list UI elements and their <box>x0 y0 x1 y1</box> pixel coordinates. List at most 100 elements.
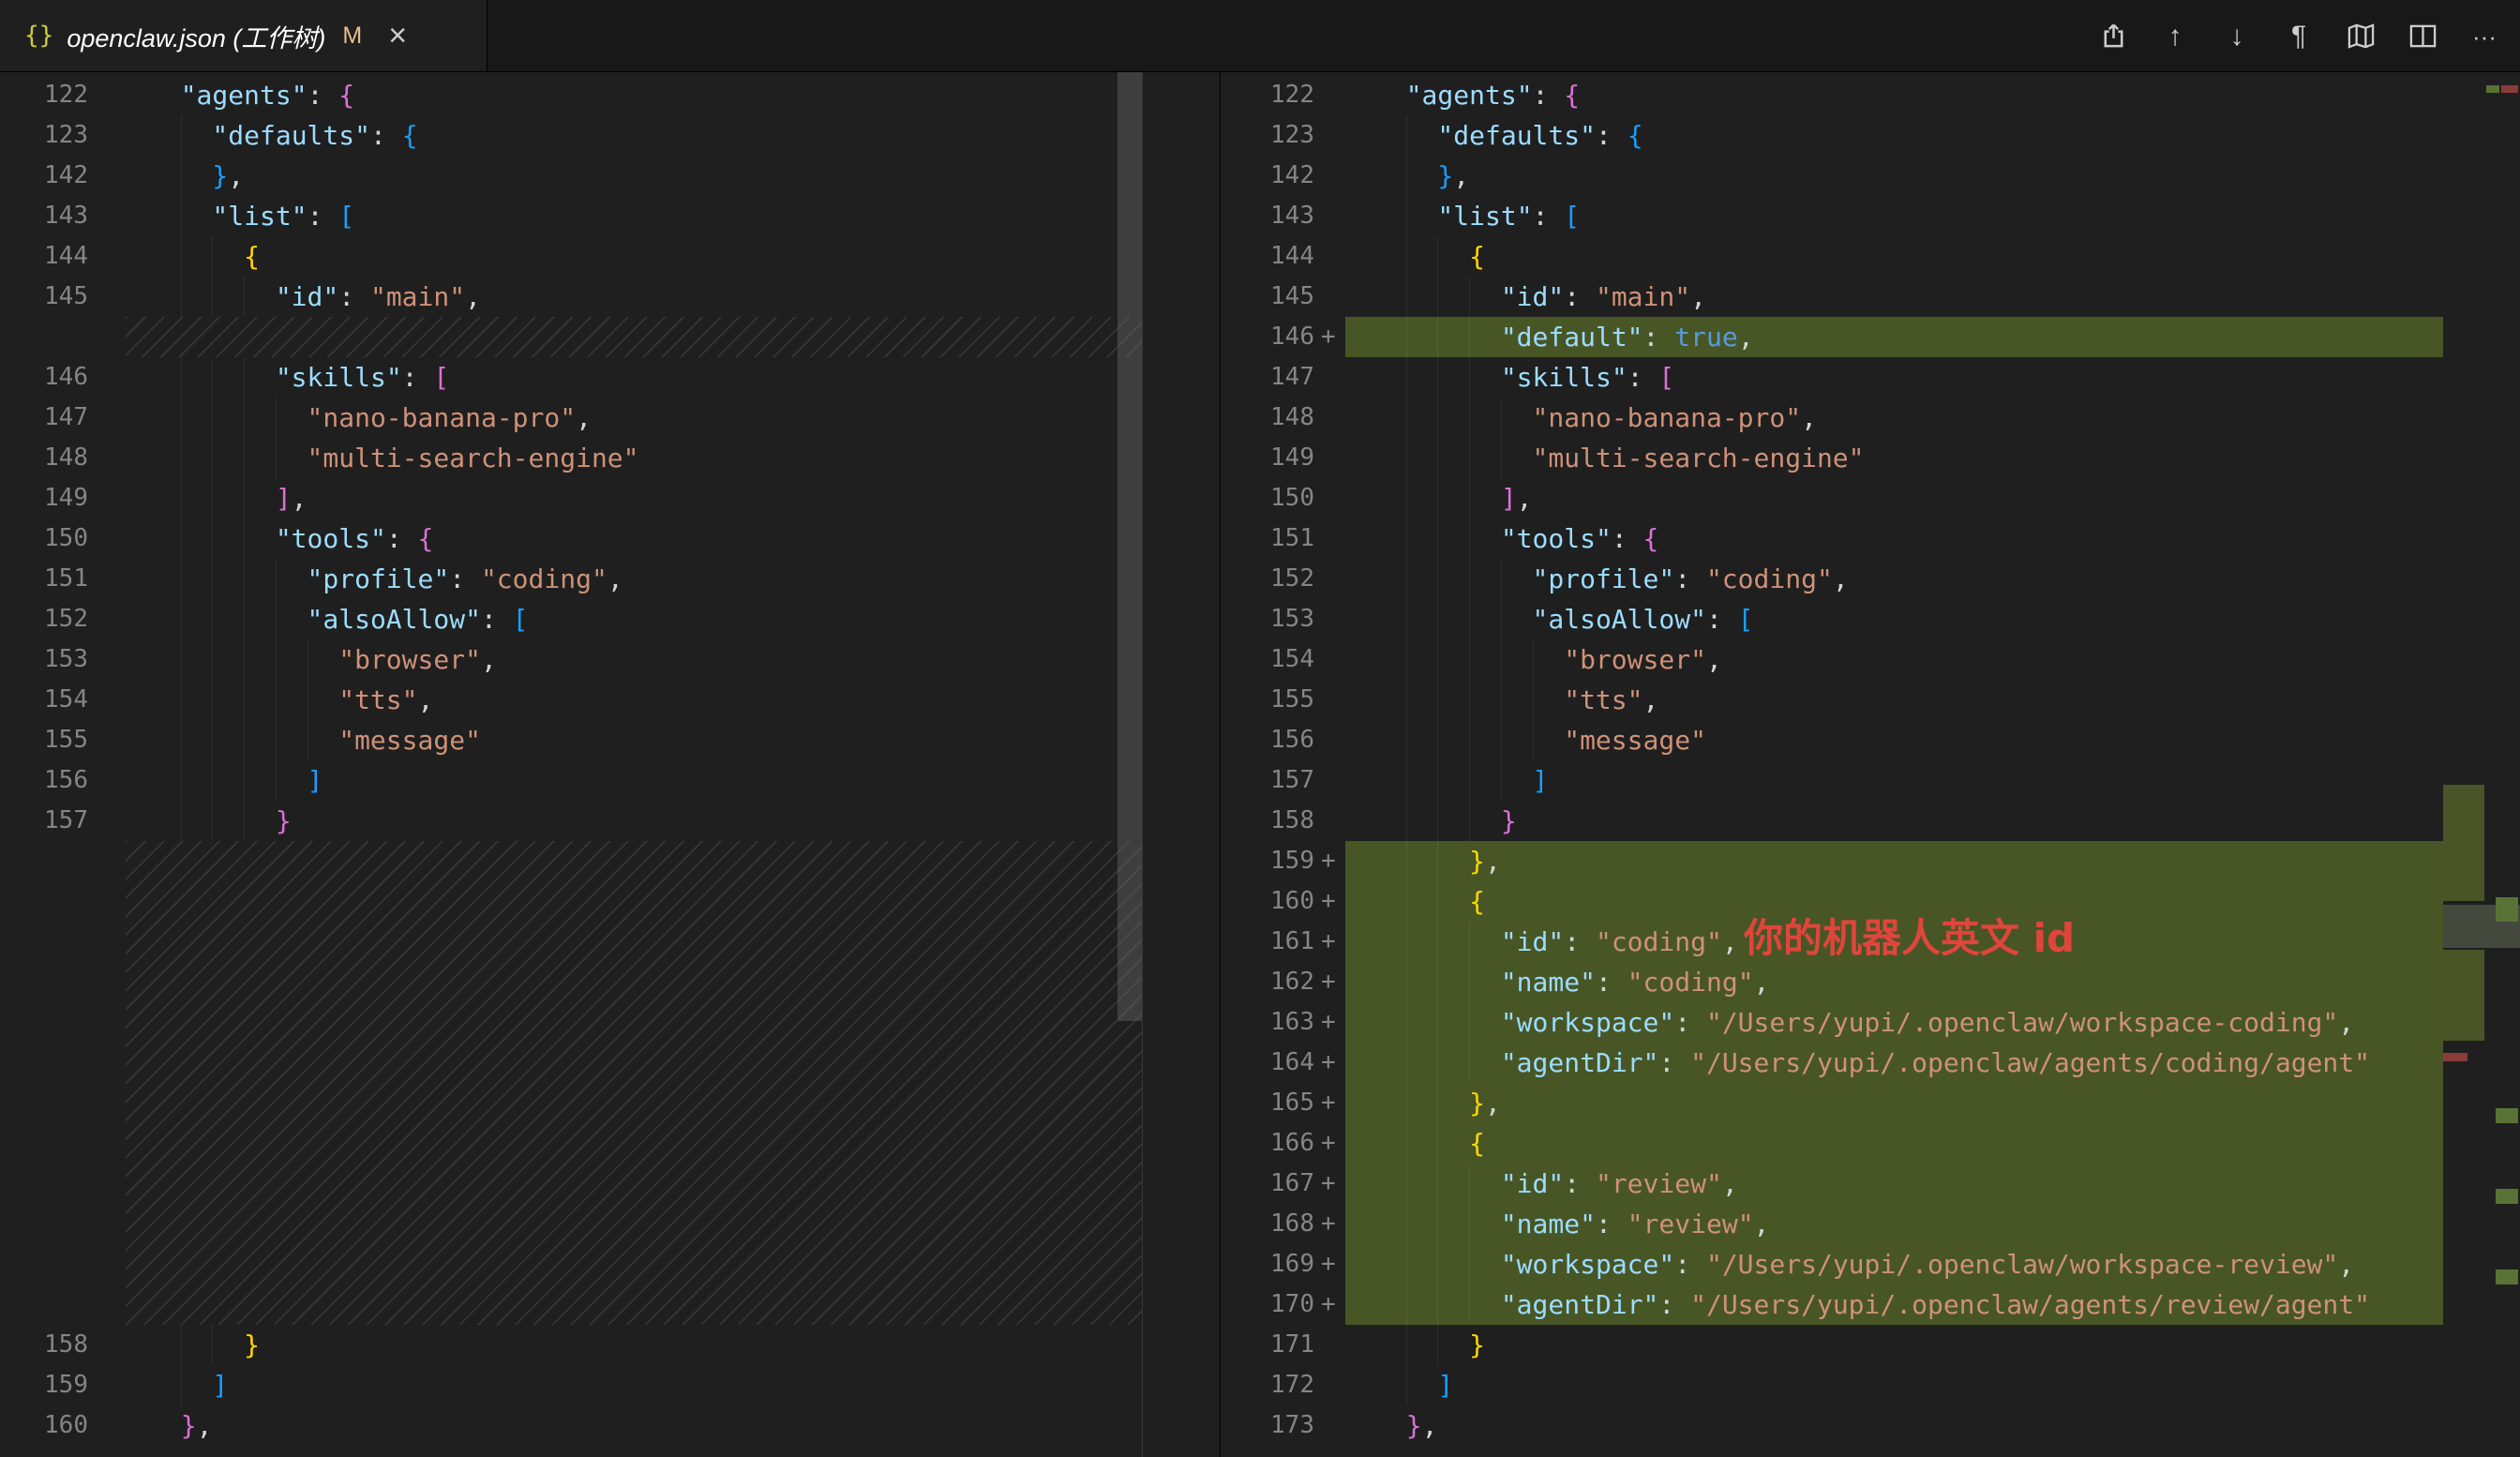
code-text[interactable]: "agents": { <box>126 75 1142 115</box>
code-line[interactable]: 149], <box>0 478 1142 518</box>
line-number[interactable]: 157 <box>0 801 88 841</box>
code-text[interactable]: "nano-banana-pro", <box>1345 398 2443 438</box>
line-number[interactable]: 161 <box>1221 922 1314 962</box>
code-text[interactable]: "multi-search-engine" <box>1345 438 2443 478</box>
code-line[interactable]: 172] <box>1221 1365 2520 1405</box>
code-text[interactable]: ], <box>1345 478 2443 518</box>
line-number[interactable]: 153 <box>1221 599 1314 639</box>
code-line[interactable]: 171} <box>1221 1325 2520 1365</box>
line-number[interactable]: 156 <box>1221 720 1314 760</box>
line-number[interactable]: 160 <box>1221 881 1314 922</box>
code-line[interactable]: 169+"workspace": "/Users/yupi/.openclaw/… <box>1221 1244 2520 1284</box>
line-number[interactable]: 147 <box>1221 357 1314 398</box>
line-number[interactable]: 151 <box>0 559 88 599</box>
code-line[interactable]: 151 "tools": { <box>1221 518 2520 559</box>
line-number[interactable]: 168 <box>1221 1204 1314 1244</box>
code-text[interactable]: "list": [ <box>1345 196 2443 236</box>
code-line[interactable]: 162+"name": "coding", <box>1221 962 2520 1002</box>
code-text[interactable]: "workspace": "/Users/yupi/.openclaw/work… <box>1345 1244 2443 1284</box>
line-number[interactable]: 172 <box>1221 1365 1314 1405</box>
line-number[interactable]: 163 <box>1221 1002 1314 1043</box>
minimap[interactable] <box>2443 72 2520 1457</box>
code-text[interactable]: { <box>1345 236 2443 277</box>
code-text[interactable]: "alsoAllow": [ <box>1345 599 2443 639</box>
code-text[interactable]: "skills": [ <box>126 357 1142 398</box>
line-number[interactable]: 122 <box>0 75 88 115</box>
line-number[interactable]: 153 <box>0 639 88 680</box>
code-text[interactable]: "agentDir": "/Users/yupi/.openclaw/agent… <box>1345 1043 2443 1083</box>
code-text[interactable]: }, <box>126 156 1142 196</box>
code-text[interactable]: { <box>1345 881 2443 922</box>
code-text[interactable]: "workspace": "/Users/yupi/.openclaw/work… <box>1345 1002 2443 1043</box>
code-text[interactable]: "tools": { <box>1345 518 2443 559</box>
code-line[interactable]: 145"id": "main", <box>1221 277 2520 317</box>
code-line[interactable]: 146"skills": [ <box>0 357 1142 398</box>
code-text[interactable]: "browser", <box>1345 639 2443 680</box>
line-number[interactable] <box>0 317 88 357</box>
code-line[interactable]: 152"alsoAllow": [ <box>0 599 1142 639</box>
line-number[interactable]: 171 <box>1221 1325 1314 1365</box>
code-line[interactable]: 142}, <box>1221 156 2520 196</box>
code-line[interactable]: 156] <box>0 760 1142 801</box>
line-number[interactable]: 169 <box>1221 1244 1314 1284</box>
line-number[interactable]: 157 <box>1221 760 1314 801</box>
show-map-icon[interactable] <box>2344 20 2378 53</box>
code-line[interactable]: 123"defaults": { <box>0 115 1142 156</box>
line-number[interactable]: 143 <box>0 196 88 236</box>
code-line[interactable]: 152"profile": "coding", <box>1221 559 2520 599</box>
code-text[interactable]: }, <box>126 1405 1142 1446</box>
line-number[interactable]: 164 <box>1221 1043 1314 1083</box>
code-text[interactable]: "skills": [ <box>1345 357 2443 398</box>
code-line[interactable]: 159] <box>0 1365 1142 1405</box>
code-text[interactable]: } <box>126 1325 1142 1365</box>
code-text[interactable]: } <box>1345 801 2443 841</box>
code-text[interactable]: }, <box>1345 841 2443 881</box>
code-text[interactable]: "nano-banana-pro", <box>126 398 1142 438</box>
code-text[interactable]: "profile": "coding", <box>1345 559 2443 599</box>
line-number[interactable]: 154 <box>0 680 88 720</box>
line-number[interactable]: 147 <box>0 398 88 438</box>
more-actions-icon[interactable]: ··· <box>2468 20 2501 53</box>
code-text[interactable]: }, <box>1345 156 2443 196</box>
diff-sash[interactable] <box>1142 72 1221 1457</box>
code-text[interactable]: "name": "review", <box>1345 1204 2443 1244</box>
code-line[interactable]: 166+{ <box>1221 1123 2520 1164</box>
code-line[interactable]: 147 "skills": [ <box>1221 357 2520 398</box>
code-text[interactable]: } <box>1345 1325 2443 1365</box>
code-text[interactable]: "tts", <box>1345 680 2443 720</box>
code-line[interactable]: 158} <box>1221 801 2520 841</box>
code-text[interactable]: "id": "main", <box>126 277 1142 317</box>
code-line[interactable]: 173}, <box>1221 1405 2520 1446</box>
line-number[interactable]: 165 <box>1221 1083 1314 1123</box>
code-text[interactable]: ] <box>126 1365 1142 1405</box>
code-text[interactable]: "profile": "coding", <box>126 559 1142 599</box>
code-text[interactable]: "alsoAllow": [ <box>126 599 1142 639</box>
code-text[interactable]: "default": true, <box>1345 317 2443 357</box>
code-text[interactable]: "id": "coding", <box>1345 922 2443 962</box>
line-number[interactable]: 142 <box>1221 156 1314 196</box>
code-line[interactable]: 146+"default": true, <box>1221 317 2520 357</box>
line-number[interactable]: 151 <box>1221 518 1314 559</box>
code-line[interactable]: 151 "profile": "coding", <box>0 559 1142 599</box>
line-number[interactable]: 143 <box>1221 196 1314 236</box>
line-number[interactable]: 162 <box>1221 962 1314 1002</box>
line-number[interactable]: 150 <box>0 518 88 559</box>
line-number[interactable]: 142 <box>0 156 88 196</box>
code-line[interactable]: 156"message" <box>1221 720 2520 760</box>
code-text[interactable]: "tts", <box>126 680 1142 720</box>
scrollbar-thumb[interactable] <box>1118 72 1142 1021</box>
code-text[interactable]: "agents": { <box>1345 75 2443 115</box>
code-line[interactable]: 160+{ <box>1221 881 2520 922</box>
line-number[interactable]: 167 <box>1221 1164 1314 1204</box>
code-line[interactable]: 143 "list": [ <box>0 196 1142 236</box>
code-text[interactable]: "defaults": { <box>126 115 1142 156</box>
line-number[interactable]: 148 <box>1221 398 1314 438</box>
tab-openclaw-json[interactable]: {} openclaw.json (工作树) M × <box>0 0 488 71</box>
line-number[interactable]: 148 <box>0 438 88 478</box>
line-number[interactable]: 149 <box>0 478 88 518</box>
code-text[interactable]: ], <box>126 478 1142 518</box>
code-text[interactable]: "list": [ <box>126 196 1142 236</box>
line-number[interactable]: 166 <box>1221 1123 1314 1164</box>
diff-original-pane[interactable]: 122 "agents": {123"defaults": {142}, 143 "l… <box>0 72 1142 1457</box>
render-whitespace-icon[interactable]: ¶ <box>2282 20 2316 53</box>
